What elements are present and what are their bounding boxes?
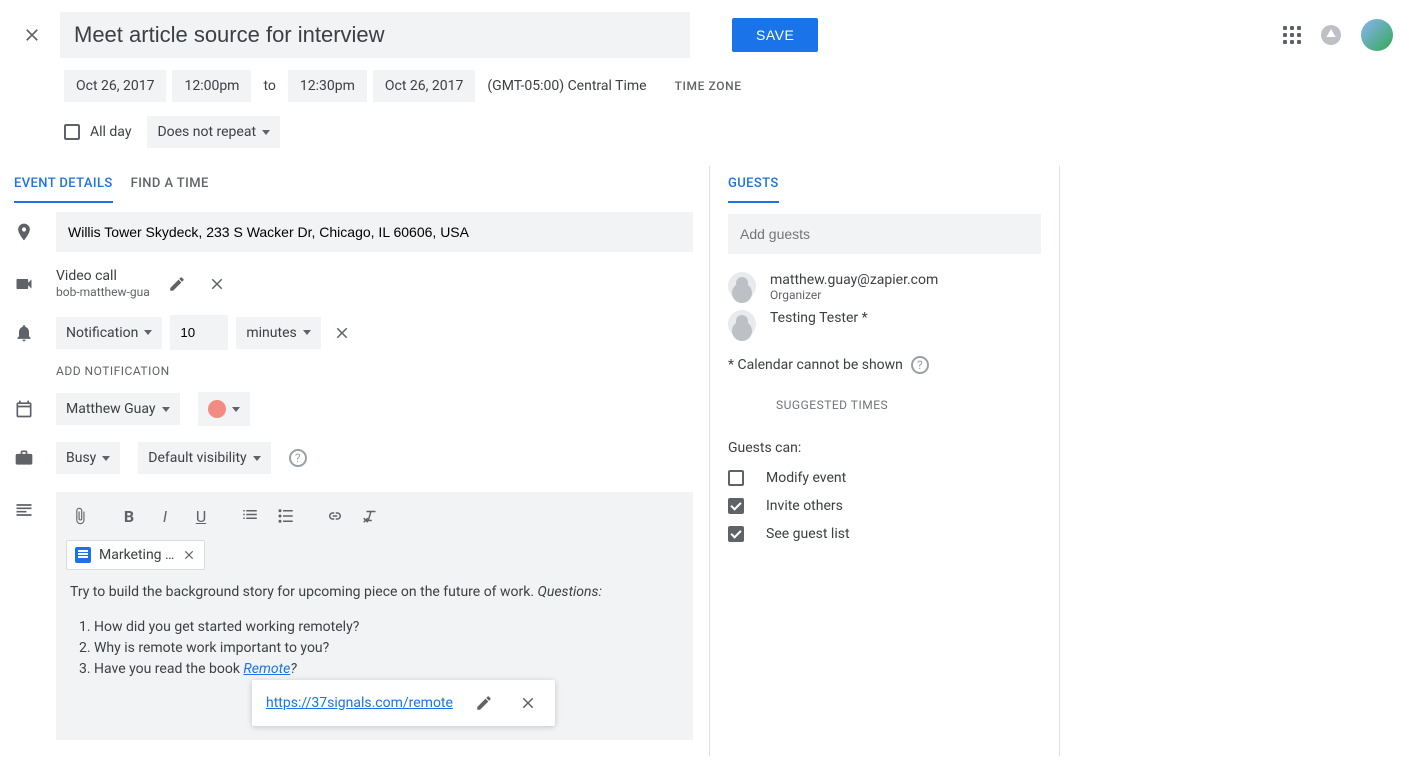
question-1: How did you get started working remotely… <box>94 617 679 638</box>
calendar-note: * Calendar cannot be shown <box>728 357 903 373</box>
visibility-help-icon[interactable]: ? <box>289 449 307 467</box>
description-editor[interactable]: Try to build the background story for up… <box>56 576 693 740</box>
caret-down-icon <box>102 456 110 461</box>
tab-event-details[interactable]: EVENT DETAILS <box>14 166 113 203</box>
italic-icon[interactable]: I <box>151 502 179 530</box>
caret-down-icon <box>262 130 270 135</box>
caret-down-icon <box>232 407 240 412</box>
notification-type-label: Notification <box>66 325 138 341</box>
link-url[interactable]: https://37signals.com/remote <box>266 693 453 714</box>
remove-attachment-icon[interactable] <box>182 548 196 562</box>
account-avatar[interactable] <box>1361 19 1393 51</box>
remove-notification-icon[interactable] <box>329 320 355 346</box>
link-icon[interactable] <box>321 502 349 530</box>
caret-down-icon <box>144 330 152 335</box>
guests-can-label: Guests can: <box>710 422 1059 464</box>
description-questions-label: Questions: <box>538 584 602 600</box>
tab-guests[interactable]: GUESTS <box>728 166 779 203</box>
remove-video-icon[interactable] <box>204 271 230 297</box>
event-title-input[interactable] <box>60 12 690 58</box>
video-call-id: bob-matthew-gua <box>56 285 150 299</box>
close-icon[interactable] <box>16 19 48 51</box>
guest-email: matthew.guay@zapier.com <box>770 272 938 288</box>
bell-icon <box>14 323 38 343</box>
invite-others-label: Invite others <box>766 498 843 514</box>
visibility-label: Default visibility <box>148 450 246 466</box>
all-day-checkbox[interactable] <box>64 124 80 140</box>
notification-type-dropdown[interactable]: Notification <box>56 317 162 349</box>
end-time-field[interactable]: 12:30pm <box>288 70 367 102</box>
remove-link-icon[interactable] <box>515 690 541 716</box>
suggested-times-button[interactable]: SUGGESTED TIMES <box>710 388 1059 422</box>
location-input[interactable] <box>56 212 693 252</box>
question-3: Have you read the book Remote? <box>94 659 679 680</box>
caret-down-icon <box>162 407 170 412</box>
caret-down-icon <box>253 456 261 461</box>
all-day-label: All day <box>90 124 131 140</box>
caret-down-icon <box>303 330 311 335</box>
video-call-label: Video call <box>56 268 150 285</box>
guest-role: Organizer <box>770 288 938 302</box>
doc-icon <box>75 547 91 563</box>
repeat-label: Does not repeat <box>157 124 256 140</box>
color-dropdown[interactable] <box>198 392 250 426</box>
to-label: to <box>257 70 281 102</box>
attach-icon[interactable] <box>66 502 94 530</box>
availability-label: Busy <box>66 450 96 466</box>
notification-unit-dropdown[interactable]: minutes <box>236 317 320 349</box>
guest-avatar <box>728 272 756 300</box>
apps-icon[interactable] <box>1283 26 1301 44</box>
briefcase-icon <box>14 448 38 468</box>
edit-link-icon[interactable] <box>471 690 497 716</box>
calendar-icon <box>14 399 38 419</box>
calendar-name-label: Matthew Guay <box>66 401 156 417</box>
video-icon <box>14 274 38 294</box>
start-date-field[interactable]: Oct 26, 2017 <box>64 70 166 102</box>
add-guests-input[interactable] <box>728 214 1041 254</box>
calendar-dropdown[interactable]: Matthew Guay <box>56 393 180 425</box>
attachment-chip[interactable]: Marketing … <box>66 540 205 570</box>
link-popover: https://37signals.com/remote <box>252 680 555 726</box>
clear-format-icon[interactable] <box>357 502 385 530</box>
description-text: Try to build the background story for up… <box>70 584 538 600</box>
bold-icon[interactable]: B <box>115 502 143 530</box>
guest-avatar <box>728 310 756 338</box>
attachment-name: Marketing … <box>99 547 174 563</box>
add-notification-button[interactable]: ADD NOTIFICATION <box>0 358 709 384</box>
save-button[interactable]: SAVE <box>732 18 818 52</box>
see-guest-list-checkbox[interactable] <box>728 526 744 542</box>
question-2: Why is remote work important to you? <box>94 638 679 659</box>
guest-row[interactable]: matthew.guay@zapier.com Organizer <box>710 268 1059 306</box>
location-icon <box>14 222 38 242</box>
remote-book-link[interactable]: Remote <box>243 661 290 677</box>
guest-name: Testing Tester * <box>770 310 868 326</box>
end-date-field[interactable]: Oct 26, 2017 <box>373 70 475 102</box>
repeat-dropdown[interactable]: Does not repeat <box>147 116 280 148</box>
note-help-icon[interactable]: ? <box>911 356 929 374</box>
timezone-label: (GMT-05:00) Central Time <box>481 70 652 102</box>
tab-find-a-time[interactable]: FIND A TIME <box>131 166 209 203</box>
underline-icon[interactable]: U <box>187 502 215 530</box>
modify-event-label: Modify event <box>766 470 846 486</box>
notifications-icon[interactable] <box>1321 25 1341 45</box>
availability-dropdown[interactable]: Busy <box>56 442 120 474</box>
start-time-field[interactable]: 12:00pm <box>172 70 251 102</box>
guest-row[interactable]: Testing Tester * <box>710 306 1059 342</box>
see-guest-list-label: See guest list <box>766 526 850 542</box>
bulleted-list-icon[interactable] <box>272 502 300 530</box>
event-color-swatch <box>208 400 226 418</box>
numbered-list-icon[interactable] <box>236 502 264 530</box>
description-icon <box>14 500 38 520</box>
modify-event-checkbox[interactable] <box>728 470 744 486</box>
timezone-link[interactable]: TIME ZONE <box>675 79 742 93</box>
notification-value-input[interactable] <box>170 315 228 350</box>
edit-video-icon[interactable] <box>164 271 190 297</box>
invite-others-checkbox[interactable] <box>728 498 744 514</box>
visibility-dropdown[interactable]: Default visibility <box>138 442 270 474</box>
notification-unit-label: minutes <box>246 325 296 341</box>
